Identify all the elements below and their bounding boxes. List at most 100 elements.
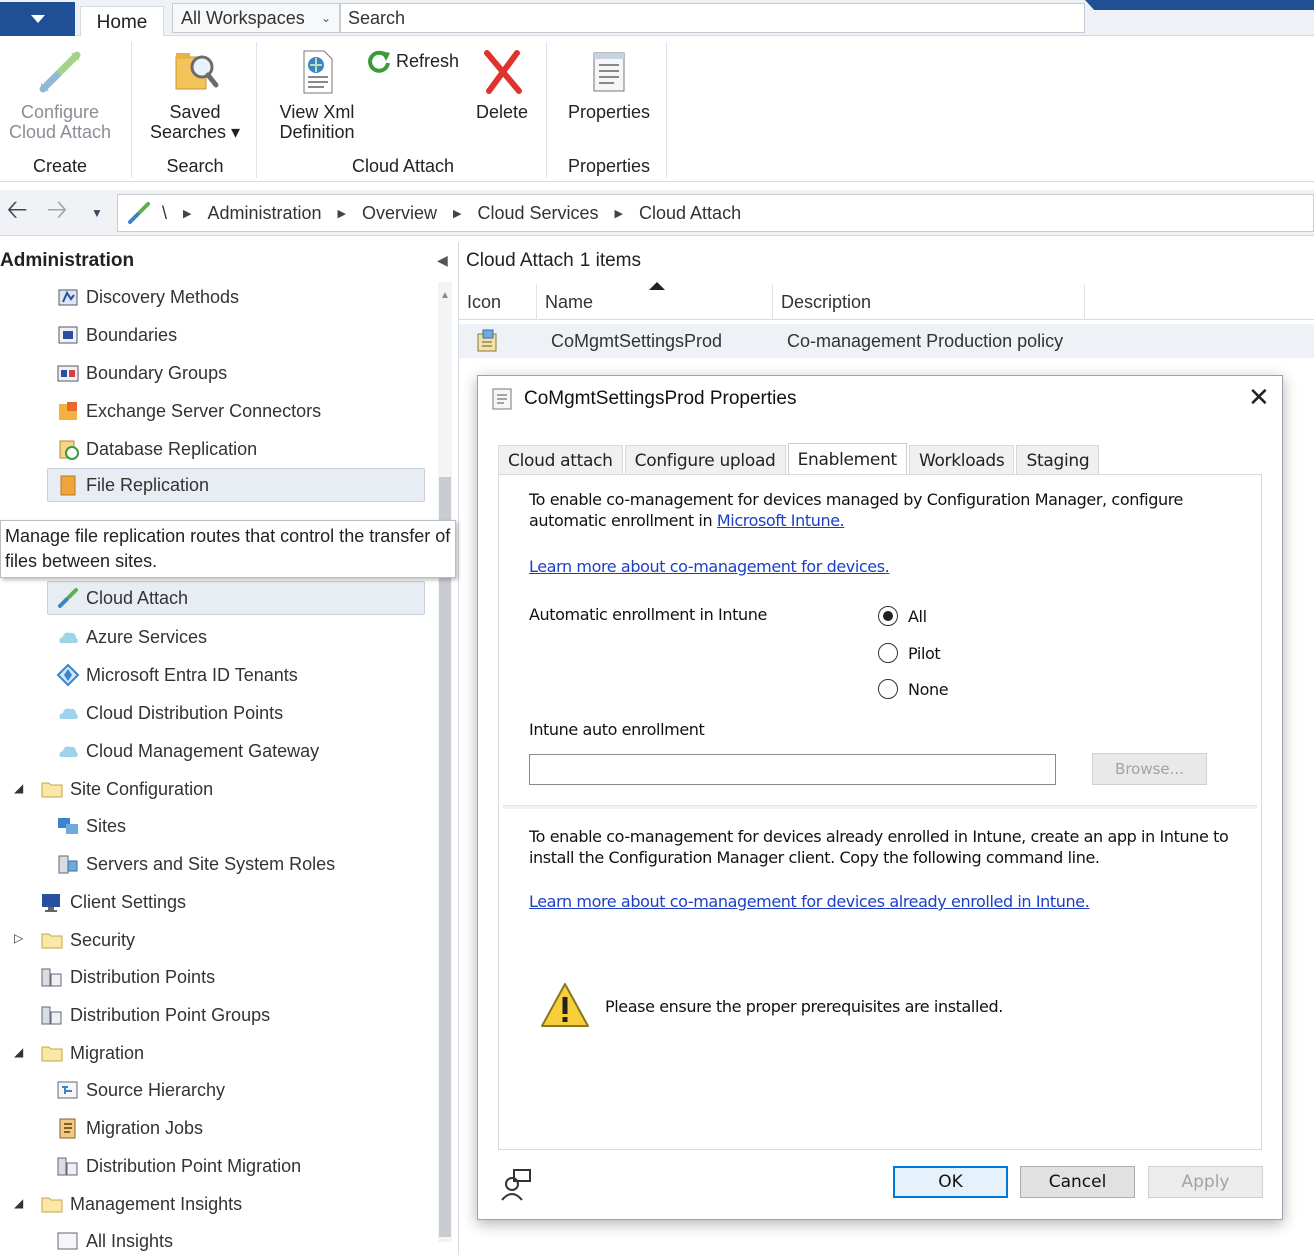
nav-item-discovery-methods[interactable]: Discovery Methods bbox=[56, 280, 239, 314]
radio-none[interactable]: None bbox=[878, 679, 949, 699]
address-bar: 🡠 🡢 ▼ \ ▶ Administration ▶ Overview ▶ Cl… bbox=[0, 190, 1314, 236]
hierarchy-icon bbox=[56, 1078, 80, 1102]
nav-item-exchange-server-connectors[interactable]: Exchange Server Connectors bbox=[56, 394, 321, 428]
radio-pilot[interactable]: Pilot bbox=[878, 643, 941, 663]
nav-item-source-hierarchy[interactable]: Source Hierarchy bbox=[56, 1073, 225, 1107]
radio-all[interactable]: All bbox=[878, 606, 927, 626]
column-header-icon[interactable]: Icon bbox=[459, 284, 537, 320]
breadcrumb-item[interactable]: Cloud Attach bbox=[639, 203, 741, 224]
radio-none-label: None bbox=[908, 679, 949, 699]
cloud-icon bbox=[56, 739, 80, 763]
folder-icon bbox=[40, 1041, 64, 1065]
history-dropdown-icon[interactable]: ▼ bbox=[80, 196, 114, 230]
tab-cloud-attach[interactable]: Cloud attach bbox=[498, 445, 623, 475]
expanded-arrow-icon[interactable]: ◢ bbox=[14, 781, 23, 795]
search-input[interactable]: Search bbox=[340, 3, 1085, 33]
properties-dialog: CoMgmtSettingsProd Properties ✕ Cloud at… bbox=[477, 375, 1283, 1220]
forward-arrow-icon[interactable]: 🡢 bbox=[40, 194, 74, 230]
column-header-description[interactable]: Description bbox=[773, 284, 1085, 320]
nav-item-label: Cloud Attach bbox=[86, 587, 189, 608]
expanded-arrow-icon[interactable]: ◢ bbox=[14, 1196, 23, 1210]
saved-searches-label-2: Searches ▾ bbox=[149, 122, 241, 142]
cloud-attach-icon bbox=[34, 46, 86, 98]
breadcrumb-root[interactable]: \ bbox=[162, 203, 167, 224]
workspace-select-value: All Workspaces bbox=[181, 7, 305, 28]
delete-button[interactable]: Delete bbox=[468, 46, 536, 122]
folder-icon bbox=[40, 928, 64, 952]
nav-item-entra-id-tenants[interactable]: Microsoft Entra ID Tenants bbox=[56, 658, 298, 692]
close-icon[interactable]: ✕ bbox=[1248, 384, 1270, 410]
nav-item-sites[interactable]: Sites bbox=[56, 809, 126, 843]
learn-more-enrolled-link[interactable]: Learn more about co-management for devic… bbox=[529, 892, 1090, 911]
client-settings-icon bbox=[40, 890, 64, 914]
collapse-pane-icon[interactable]: ◀ bbox=[437, 252, 448, 269]
list-title-text: Cloud Attach bbox=[466, 250, 574, 271]
properties-button[interactable]: Properties bbox=[558, 46, 660, 122]
refresh-button[interactable]: Refresh bbox=[366, 48, 466, 74]
configure-label-1: Configure bbox=[20, 102, 100, 122]
nav-item-file-replication[interactable]: File Replication bbox=[47, 468, 425, 502]
scroll-up-icon[interactable]: ▲ bbox=[440, 290, 450, 301]
apply-button[interactable]: Apply bbox=[1148, 1166, 1263, 1198]
intune-auto-enrollment-input[interactable] bbox=[529, 754, 1056, 785]
ribbon-group-cloud-attach: Cloud Attach bbox=[351, 156, 455, 176]
enrolled-text-line-2: install the Configuration Manager client… bbox=[529, 848, 1100, 867]
breadcrumb[interactable]: \ ▶ Administration ▶ Overview ▶ Cloud Se… bbox=[117, 194, 1314, 232]
breadcrumb-item[interactable]: Cloud Services bbox=[477, 203, 598, 224]
nav-item-distribution-points[interactable]: Distribution Points bbox=[40, 960, 215, 994]
workspace-select[interactable]: All Workspaces ⌄ bbox=[172, 3, 340, 33]
nav-item-migration[interactable]: Migration bbox=[40, 1036, 144, 1070]
nav-item-security[interactable]: Security bbox=[40, 923, 135, 957]
nav-item-cloud-distribution-points[interactable]: Cloud Distribution Points bbox=[56, 696, 283, 730]
cloud-attach-icon bbox=[126, 200, 152, 226]
tab-configure-upload[interactable]: Configure upload bbox=[624, 445, 786, 475]
user-feedback-icon[interactable] bbox=[498, 1166, 534, 1202]
ribbon-separator bbox=[131, 42, 132, 178]
back-arrow-icon[interactable]: 🡠 bbox=[0, 194, 34, 230]
nav-item-boundaries[interactable]: Boundaries bbox=[56, 318, 177, 352]
nav-item-cloud-attach[interactable]: Cloud Attach bbox=[47, 581, 425, 615]
nav-item-site-configuration[interactable]: Site Configuration bbox=[40, 772, 213, 806]
breadcrumb-item[interactable]: Overview bbox=[362, 203, 437, 224]
tab-workloads[interactable]: Workloads bbox=[908, 445, 1015, 475]
nav-item-management-insights[interactable]: Management Insights bbox=[40, 1187, 242, 1221]
app-menu-button[interactable] bbox=[0, 2, 75, 36]
collapsed-arrow-icon[interactable]: ▷ bbox=[14, 931, 23, 945]
nav-item-label: Boundaries bbox=[86, 324, 178, 345]
nav-item-database-replication[interactable]: Database Replication bbox=[56, 432, 257, 466]
nav-item-migration-jobs[interactable]: Migration Jobs bbox=[56, 1111, 203, 1145]
configure-cloud-attach-button[interactable]: Configure Cloud Attach bbox=[2, 46, 118, 142]
nav-item-distribution-point-migration[interactable]: Distribution Point Migration bbox=[56, 1149, 301, 1183]
ok-button[interactable]: OK bbox=[893, 1166, 1008, 1198]
nav-item-distribution-point-groups[interactable]: Distribution Point Groups bbox=[40, 998, 270, 1032]
microsoft-intune-link[interactable]: Microsoft Intune. bbox=[717, 511, 845, 530]
nav-item-cloud-management-gateway[interactable]: Cloud Management Gateway bbox=[56, 734, 319, 768]
sites-icon bbox=[56, 814, 80, 838]
breadcrumb-item[interactable]: Administration bbox=[207, 203, 321, 224]
nav-item-boundary-groups[interactable]: Boundary Groups bbox=[56, 356, 227, 390]
distribution-point-icon bbox=[56, 1154, 80, 1178]
nav-item-all-insights[interactable]: All Insights bbox=[56, 1224, 173, 1255]
breadcrumb-separator-icon: ▶ bbox=[183, 207, 192, 220]
section-divider bbox=[503, 805, 1257, 809]
saved-searches-button[interactable]: Saved Searches ▾ bbox=[140, 46, 250, 142]
intro-text: automatic enrollment in bbox=[529, 511, 713, 530]
column-header-name[interactable]: Name bbox=[537, 284, 773, 320]
row-description: Co-management Production policy bbox=[787, 331, 1064, 351]
nav-item-label: Security bbox=[70, 929, 136, 950]
nav-item-client-settings[interactable]: Client Settings bbox=[40, 885, 186, 919]
cancel-button[interactable]: Cancel bbox=[1020, 1166, 1135, 1198]
nav-item-servers-and-site-system-roles[interactable]: Servers and Site System Roles bbox=[56, 847, 335, 881]
nav-item-label: Distribution Point Groups bbox=[70, 1004, 271, 1025]
ribbon-group-properties: Properties bbox=[567, 156, 651, 176]
learn-more-link[interactable]: Learn more about co-management for devic… bbox=[529, 557, 890, 576]
tab-enablement[interactable]: Enablement bbox=[787, 443, 907, 475]
table-row[interactable]: CoMgmtSettingsProd Co-management Product… bbox=[459, 324, 1314, 358]
view-xml-definition-button[interactable]: View Xml Definition bbox=[264, 46, 370, 142]
tab-home[interactable]: Home bbox=[80, 6, 164, 38]
nav-item-azure-services[interactable]: Azure Services bbox=[56, 620, 207, 654]
tab-staging[interactable]: Staging bbox=[1016, 445, 1100, 475]
nav-scrollbar-thumb[interactable] bbox=[439, 477, 451, 1237]
expanded-arrow-icon[interactable]: ◢ bbox=[14, 1045, 23, 1059]
browse-button[interactable]: Browse... bbox=[1092, 753, 1207, 785]
